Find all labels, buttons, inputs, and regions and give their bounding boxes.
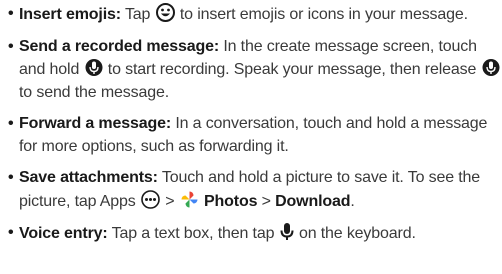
microphone-icon: [85, 58, 103, 77]
list-item-save-attachments: • Save attachments: Touch and hold a pic…: [8, 167, 502, 213]
bullet: •: [8, 37, 14, 55]
item-title: Send a recorded message:: [19, 37, 220, 55]
bullet: •: [8, 115, 14, 132]
item-text: on the keyboard.: [294, 225, 416, 242]
list-item-forward-message: • Forward a message: In a conversation, …: [8, 113, 502, 158]
bullet: •: [8, 169, 14, 186]
document-page: • Insert emojis: Tap to insert emojis or…: [0, 0, 502, 274]
apps-icon: [141, 189, 160, 209]
item-title: Insert emojis:: [19, 6, 121, 23]
item-text: .: [350, 192, 355, 210]
microphone-icon: [482, 58, 500, 77]
microphone-icon: [280, 222, 294, 241]
item-text: to send the message.: [19, 83, 169, 101]
photos-pinwheel-icon: [180, 190, 199, 209]
download-label: Download: [275, 192, 351, 210]
photos-label: Photos: [204, 192, 258, 210]
list-item-insert-emojis: • Insert emojis: Tap to insert emojis or…: [8, 3, 502, 27]
bullet: •: [8, 224, 14, 241]
smiley-icon: [155, 3, 175, 22]
list-item-voice-entry: • Voice entry: Tap a text box, then tap …: [8, 222, 502, 246]
item-title: Forward a message:: [19, 115, 172, 132]
item-text: to start recording. Speak your message, …: [103, 61, 481, 78]
separator: >: [257, 192, 276, 210]
item-text: Tap: [120, 6, 155, 23]
item-title: Voice entry:: [19, 225, 108, 242]
list-item-send-recorded-message: • Send a recorded message: In the create…: [8, 36, 502, 105]
item-title: Save attachments:: [19, 169, 158, 186]
item-text: Tap a text box, then tap: [107, 225, 279, 242]
item-text: to insert emojis or icons in your messag…: [175, 6, 468, 23]
item-text: >: [160, 192, 179, 210]
bullet: •: [8, 5, 14, 22]
